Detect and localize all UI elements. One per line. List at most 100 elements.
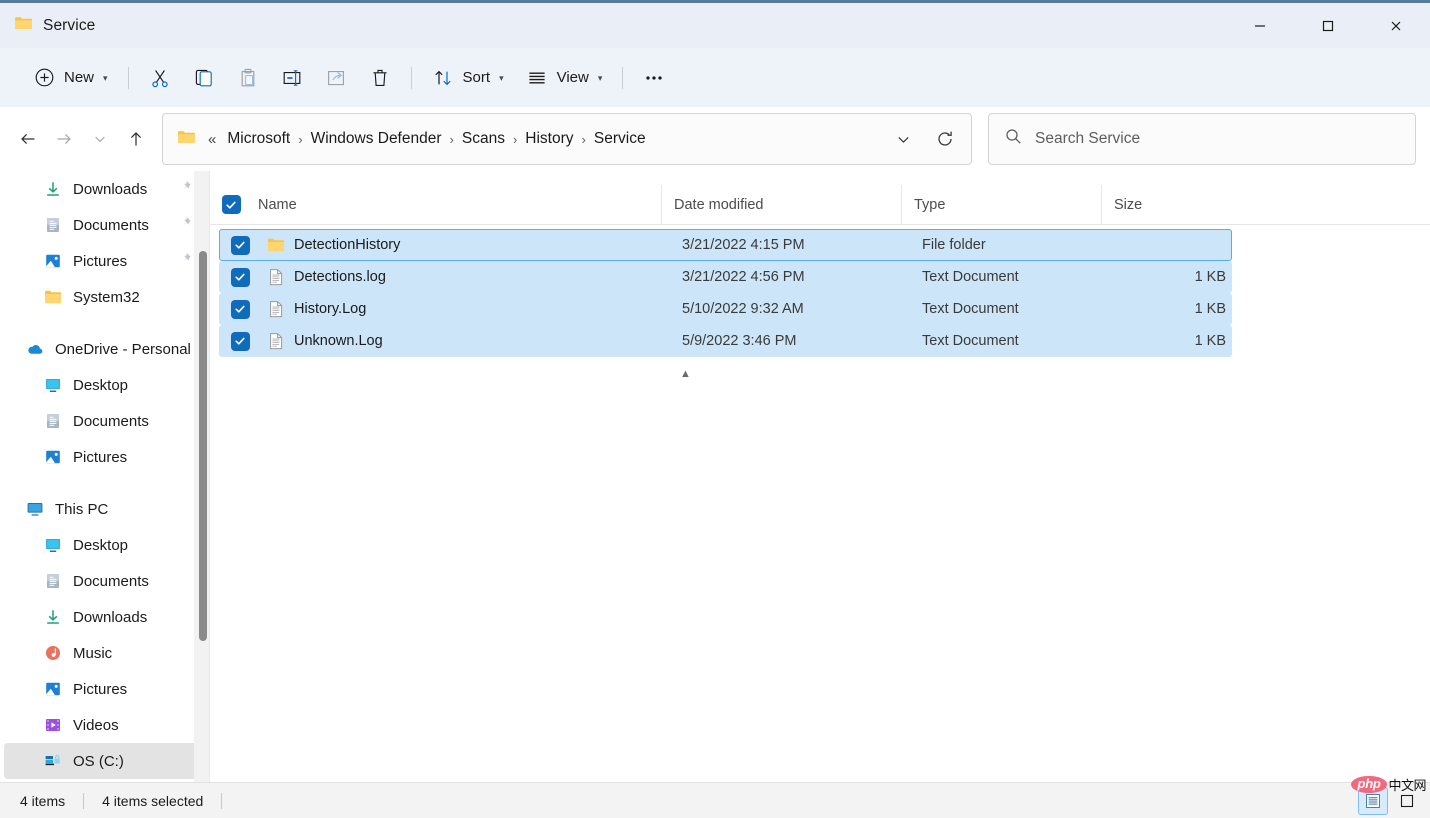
sidebar-item-music[interactable]: Music [4, 635, 206, 671]
table-row[interactable]: Unknown.Log 5/9/2022 3:46 PM Text Document… [219, 325, 1232, 357]
status-item-count: 4 items [20, 792, 66, 809]
row-checkbox[interactable] [230, 235, 250, 255]
select-all-header[interactable] [210, 185, 252, 225]
back-button[interactable] [10, 121, 46, 157]
up-button[interactable] [118, 121, 154, 157]
sidebar-item-this-pc[interactable]: This PC [4, 491, 206, 527]
row-type-cell: Text Document [922, 269, 1019, 285]
sidebar-item-label: Videos [73, 716, 119, 734]
row-checkbox-cell[interactable] [219, 261, 261, 293]
sidebar-item-desktop[interactable]: Desktop [4, 367, 206, 403]
new-button[interactable]: New ▾ [22, 59, 119, 97]
refresh-button[interactable] [925, 119, 965, 159]
sidebar-item-os-c[interactable]: OS (C:) [4, 743, 206, 779]
pin-icon[interactable] [178, 180, 192, 199]
row-name-cell[interactable]: Detections.log [261, 261, 670, 293]
file-name-label: Unknown.Log [294, 333, 383, 349]
pin-icon[interactable] [178, 252, 192, 271]
row-name-cell[interactable]: History.Log [261, 293, 670, 325]
folder-icon [44, 288, 62, 306]
column-header-date-modified[interactable]: Date modified [661, 184, 901, 225]
row-checkbox-cell[interactable] [219, 229, 261, 261]
scrollbar-thumb[interactable] [199, 251, 207, 641]
share-button[interactable] [314, 59, 358, 97]
sidebar-item-label: Desktop [73, 536, 129, 554]
maximize-button[interactable] [1294, 3, 1362, 48]
sidebar-item-system32[interactable]: System32 [4, 279, 206, 315]
breadcrumb-item-2[interactable]: Scans [455, 126, 512, 152]
folder-icon [14, 15, 33, 36]
toolbar-divider-2 [410, 66, 412, 89]
paste-icon [237, 67, 259, 89]
chevron-down-icon: ▾ [103, 73, 108, 83]
sort-button-label: Sort [462, 69, 491, 86]
minimize-button[interactable] [1226, 3, 1294, 48]
sidebar-item-documents[interactable]: Documents [4, 207, 206, 243]
table-row[interactable]: Detections.log 3/21/2022 4:56 PM Text Docu… [219, 261, 1232, 293]
cut-button[interactable] [138, 59, 182, 97]
address-dropdown-button[interactable] [883, 119, 923, 159]
column-headers: Name Date modified Type Size [210, 184, 1430, 225]
recent-locations-button[interactable] [82, 121, 118, 157]
row-size-cell: 1 KB [1194, 333, 1226, 349]
breadcrumb-item-1[interactable]: Windows Defender [304, 126, 449, 152]
status-selection-count: 4 items selected [102, 792, 204, 809]
sidebar-item-documents[interactable]: Documents [4, 403, 206, 439]
sidebar-item-label: Downloads [73, 608, 148, 626]
row-checkbox[interactable] [230, 299, 250, 319]
row-name-cell[interactable]: DetectionHistory [261, 229, 670, 261]
toolbar-divider-3 [622, 66, 624, 89]
breadcrumb-item-3[interactable]: History [518, 126, 580, 152]
row-date-modified-cell: 5/9/2022 3:46 PM [682, 333, 797, 349]
row-checkbox-cell[interactable] [219, 293, 261, 325]
navigation-pane-scrollbar[interactable] [194, 171, 210, 782]
view-button[interactable]: View ▾ [515, 59, 614, 97]
table-row[interactable]: DetectionHistory 3/21/2022 4:15 PM File fo… [219, 229, 1232, 261]
breadcrumb-item-4[interactable]: Service [587, 126, 653, 152]
select-all-checkbox[interactable] [221, 195, 241, 214]
row-name-cell[interactable]: Unknown.Log [261, 325, 670, 357]
breadcrumb-item-0[interactable]: Microsoft [220, 126, 297, 152]
sidebar-item-pictures[interactable]: Pictures [4, 243, 206, 279]
row-checkbox[interactable] [230, 267, 250, 287]
address-bar[interactable]: « Microsoft › Windows Defender › Scans ›… [162, 113, 972, 165]
sidebar-item-documents[interactable]: Documents [4, 563, 206, 599]
column-header-type-label: Type [914, 196, 946, 213]
close-button[interactable] [1362, 3, 1430, 48]
details-view-button[interactable] [1358, 786, 1388, 815]
large-icons-view-button[interactable] [1392, 787, 1422, 815]
rename-icon [281, 67, 303, 89]
sidebar-item-videos[interactable]: Videos [4, 707, 206, 743]
documents-icon [44, 572, 62, 590]
pin-icon[interactable] [178, 216, 192, 235]
paste-button[interactable] [226, 59, 270, 97]
breadcrumb-overflow[interactable]: « [204, 131, 220, 148]
column-header-type[interactable]: Type [901, 184, 1101, 225]
trash-icon [369, 67, 391, 89]
pictures-icon [44, 680, 62, 698]
more-options-button[interactable] [632, 59, 676, 97]
row-checkbox-cell[interactable] [219, 325, 261, 357]
column-header-size[interactable]: Size [1101, 184, 1239, 225]
sidebar-item-downloads[interactable]: Downloads [4, 171, 206, 207]
delete-button[interactable] [358, 59, 402, 97]
sort-button[interactable]: Sort ▾ [421, 59, 515, 97]
sidebar-item-pictures[interactable]: Pictures [4, 671, 206, 707]
sidebar-item-pictures[interactable]: Pictures [4, 439, 206, 475]
search-input[interactable] [1035, 130, 1415, 148]
copy-button[interactable] [182, 59, 226, 97]
rename-button[interactable] [270, 59, 314, 97]
forward-button[interactable] [46, 121, 82, 157]
sidebar-item-onedrive-personal[interactable]: OneDrive - Personal [4, 331, 206, 367]
title-bar-left: Service [0, 15, 95, 36]
search-box[interactable] [988, 113, 1416, 165]
sidebar-item-desktop[interactable]: Desktop [4, 527, 206, 563]
documents-icon [44, 412, 62, 430]
column-header-name[interactable]: Name [252, 185, 661, 225]
sidebar-item-label: Pictures [73, 680, 128, 698]
drive-icon [44, 752, 62, 770]
sidebar-item-downloads[interactable]: Downloads [4, 599, 206, 635]
row-checkbox[interactable] [230, 331, 250, 351]
table-row[interactable]: History.Log 5/10/2022 9:32 AM Text Documen… [219, 293, 1232, 325]
navigation-bar: « Microsoft › Windows Defender › Scans ›… [0, 107, 1430, 171]
